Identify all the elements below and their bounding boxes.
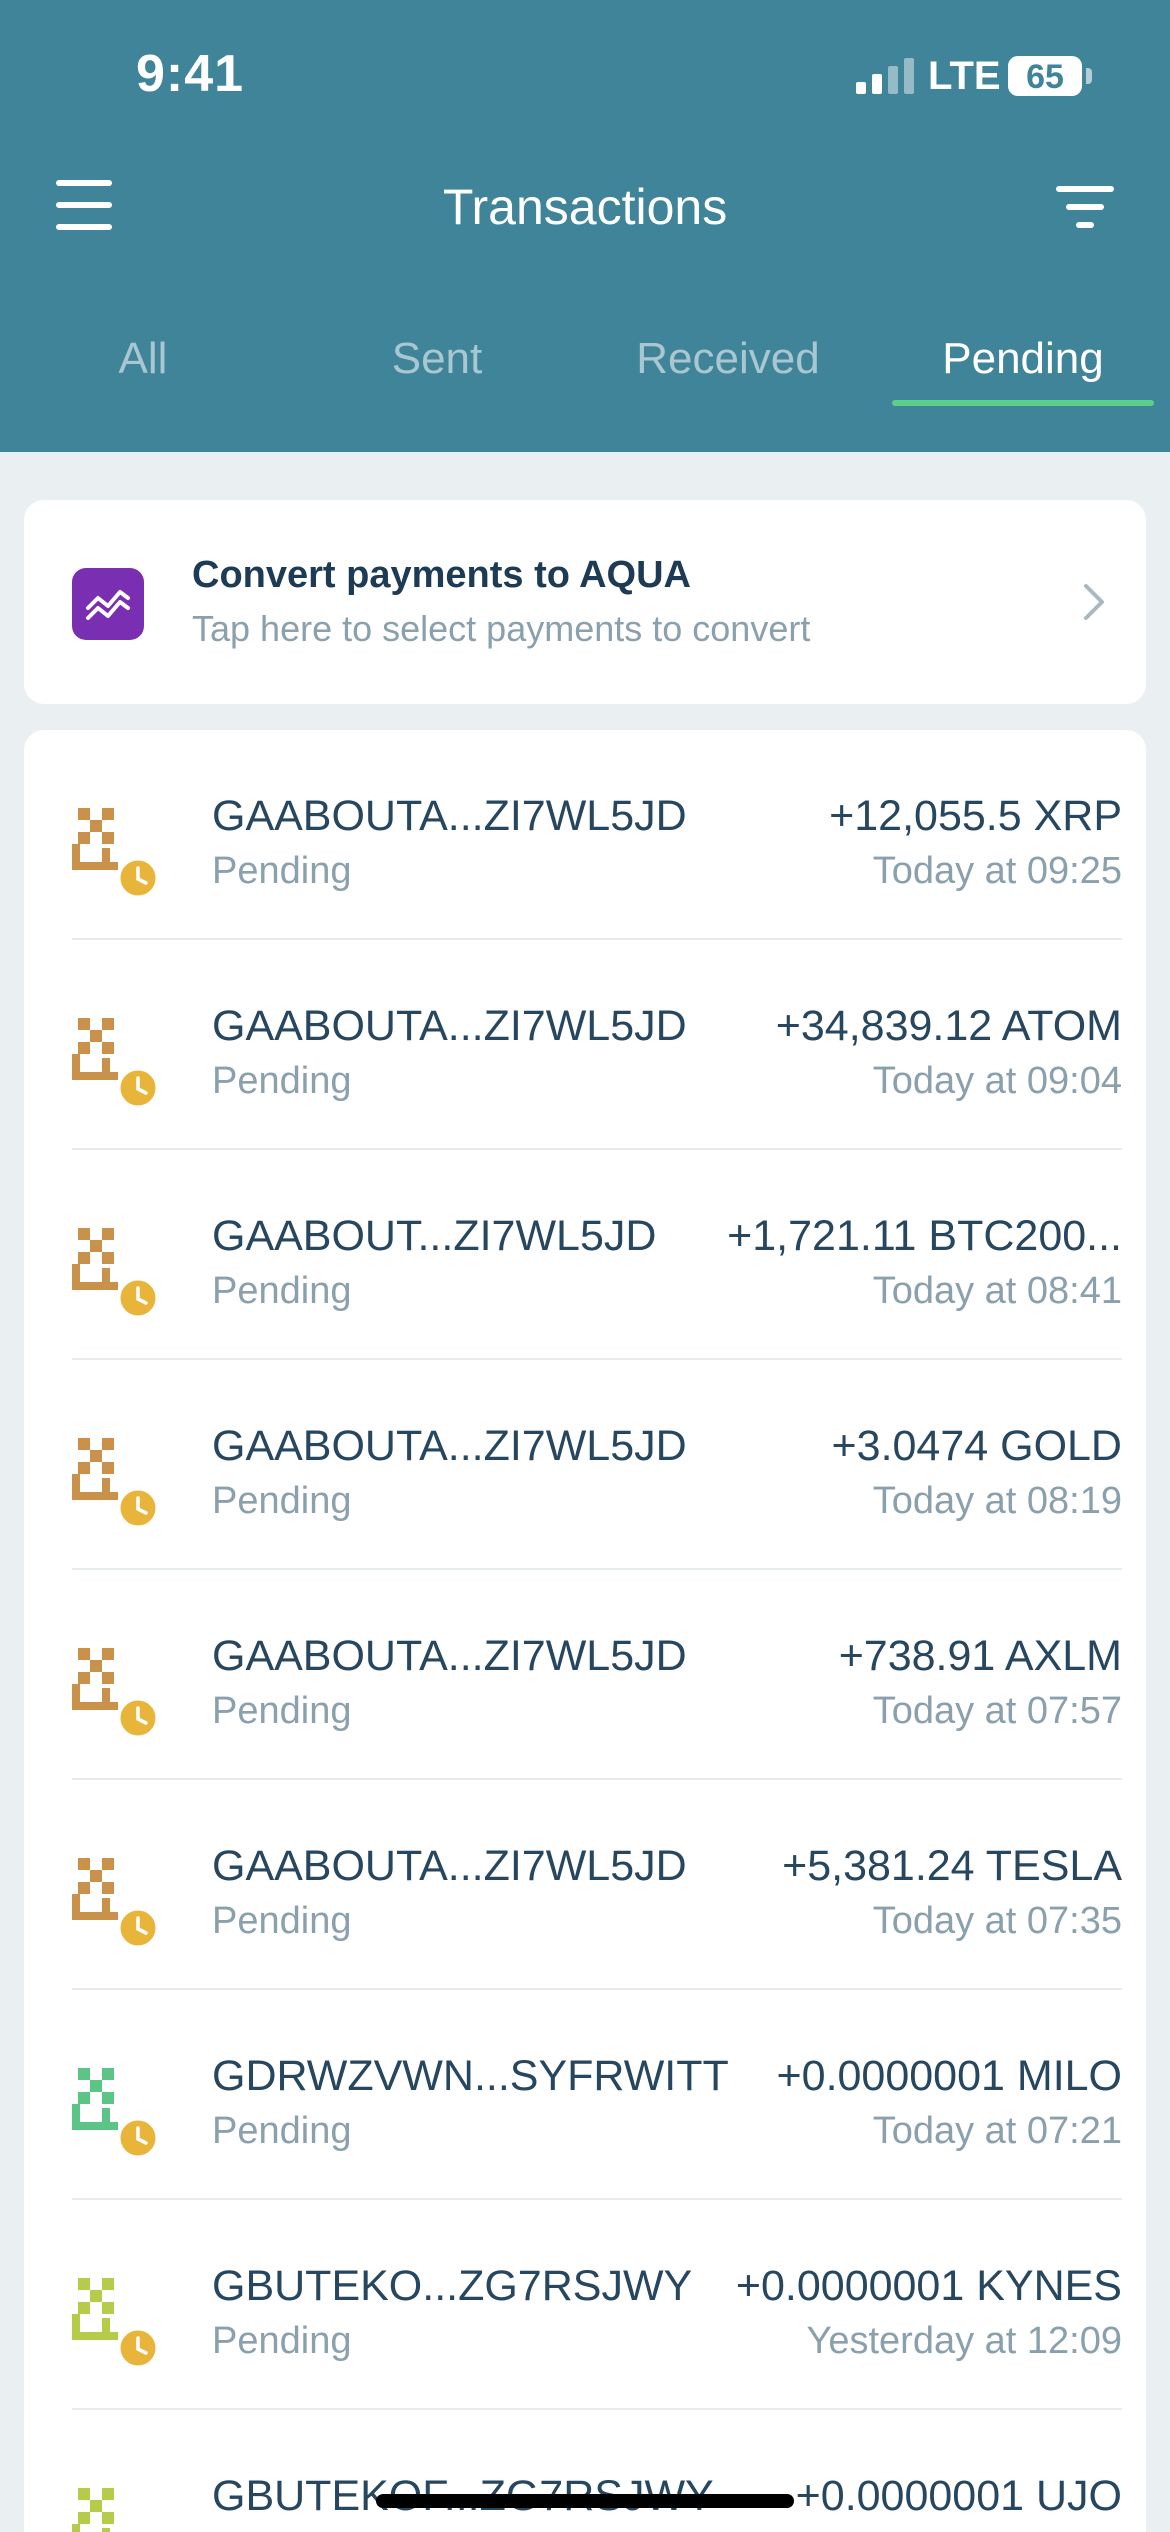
transaction-list: GAABOUTA...ZI7WL5JD Pending +12,055.5 XRP T…: [24, 730, 1146, 2532]
transaction-row[interactable]: GAABOUT...ZI7WL5JD Pending +1,721.11 BTC20…: [72, 1150, 1122, 1360]
transaction-status: Pending: [212, 2110, 352, 2152]
convert-banner-subtitle: Tap here to select payments to convert: [192, 608, 811, 649]
transaction-status: Pending: [212, 1690, 352, 1732]
identicon-avatar-icon: [72, 808, 158, 898]
transaction-amount: +0.0000001 MILO: [776, 2052, 1122, 2100]
transaction-row[interactable]: GAABOUTA...ZI7WL5JD Pending +5,381.24 TESL…: [72, 1780, 1122, 1990]
cellular-signal-icon: [856, 58, 914, 94]
transaction-row[interactable]: GDRWZVWN...SYFRWITT Pending +0.0000001 MIL…: [72, 1990, 1122, 2200]
identicon-avatar-icon: [72, 1648, 158, 1738]
transaction-status: Pending: [212, 850, 352, 892]
filter-icon[interactable]: [1056, 186, 1114, 228]
transaction-time: Today at 07:57: [872, 1690, 1122, 1732]
tab-pending[interactable]: Pending: [900, 334, 1146, 384]
transaction-amount: +12,055.5 XRP: [829, 792, 1122, 840]
transaction-time: Today at 08:41: [872, 1270, 1122, 1312]
identicon-avatar-icon: [72, 1438, 158, 1528]
transaction-time: Today at 07:35: [872, 1900, 1122, 1942]
transaction-address: GAABOUTA...ZI7WL5JD: [212, 792, 687, 840]
aqua-chart-icon: [72, 568, 144, 640]
identicon-avatar-icon: [72, 1228, 158, 1318]
transaction-row[interactable]: GBUTEKOF...ZG7RSJWYPending+0.0000001 UJO: [72, 2410, 1122, 2532]
transaction-time: Today at 07:21: [872, 2110, 1122, 2152]
transaction-address: GBUTEKO...ZG7RSJWY: [212, 2262, 693, 2310]
transaction-address: GAABOUT...ZI7WL5JD: [212, 1212, 657, 1260]
transaction-status: Pending: [212, 1480, 352, 1522]
identicon-avatar-icon: [72, 2488, 114, 2532]
transaction-amount: +0.0000001 UJO: [795, 2472, 1122, 2520]
identicon-avatar-icon: [72, 2068, 158, 2158]
convert-banner-title: Convert payments to AQUA: [192, 554, 691, 596]
transaction-status: Pending: [212, 1900, 352, 1942]
transaction-address: GDRWZVWN...SYFRWITT: [212, 2052, 729, 2100]
transaction-row[interactable]: GBUTEKO...ZG7RSJWY Pending +0.0000001 KYNE…: [72, 2200, 1122, 2410]
battery-icon: 65: [1008, 56, 1082, 96]
active-tab-indicator: [892, 400, 1154, 406]
transaction-row[interactable]: GAABOUTA...ZI7WL5JD Pending +12,055.5 XRP T…: [72, 730, 1122, 940]
identicon-avatar-icon: [72, 2278, 158, 2368]
identicon-avatar-icon: [72, 1858, 158, 1948]
transaction-address: GAABOUTA...ZI7WL5JD: [212, 1842, 687, 1890]
app-header: 9:41 LTE 65 Transactions All Sent Receiv…: [0, 0, 1170, 452]
status-time: 9:41: [136, 45, 245, 103]
transaction-address: GAABOUTA...ZI7WL5JD: [212, 1632, 687, 1680]
battery-nub: [1086, 68, 1092, 84]
transaction-amount: +34,839.12 ATOM: [775, 1002, 1122, 1050]
transaction-amount: +3.0474 GOLD: [831, 1422, 1122, 1470]
convert-to-aqua-banner[interactable]: Convert payments to AQUA Tap here to sel…: [24, 500, 1146, 704]
page-title: Transactions: [442, 179, 728, 235]
transaction-amount: +5,381.24 TESLA: [782, 1842, 1122, 1890]
transaction-status: Pending: [212, 1270, 352, 1312]
transaction-time: Today at 09:25: [872, 850, 1122, 892]
transaction-row[interactable]: GAABOUTA...ZI7WL5JD Pending +3.0474 GOLD To…: [72, 1360, 1122, 1570]
transaction-amount: +738.91 AXLM: [838, 1632, 1122, 1680]
tab-received[interactable]: Received: [618, 334, 838, 384]
transaction-amount: +0.0000001 KYNES: [735, 2262, 1122, 2310]
tab-sent[interactable]: Sent: [352, 334, 522, 384]
chevron-right-icon: [1084, 584, 1104, 620]
transaction-address: GAABOUTA...ZI7WL5JD: [212, 1002, 687, 1050]
transaction-amount: +1,721.11 BTC200...: [727, 1212, 1122, 1260]
transaction-time: Yesterday at 12:09: [806, 2320, 1122, 2362]
network-type: LTE: [928, 54, 1001, 98]
transaction-status: Pending: [212, 1060, 352, 1102]
identicon-avatar-icon: [72, 1018, 158, 1108]
transaction-time: Today at 09:04: [872, 1060, 1122, 1102]
home-indicator: [376, 2494, 794, 2508]
battery-level: 65: [1026, 58, 1064, 96]
tab-all[interactable]: All: [58, 334, 228, 384]
transaction-status: Pending: [212, 2320, 352, 2362]
transaction-row[interactable]: GAABOUTA...ZI7WL5JD Pending +738.91 AXLM To…: [72, 1570, 1122, 1780]
transaction-row[interactable]: GAABOUTA...ZI7WL5JD Pending +34,839.12 ATO…: [72, 940, 1122, 1150]
transaction-address: GAABOUTA...ZI7WL5JD: [212, 1422, 687, 1470]
transaction-time: Today at 08:19: [872, 1480, 1122, 1522]
